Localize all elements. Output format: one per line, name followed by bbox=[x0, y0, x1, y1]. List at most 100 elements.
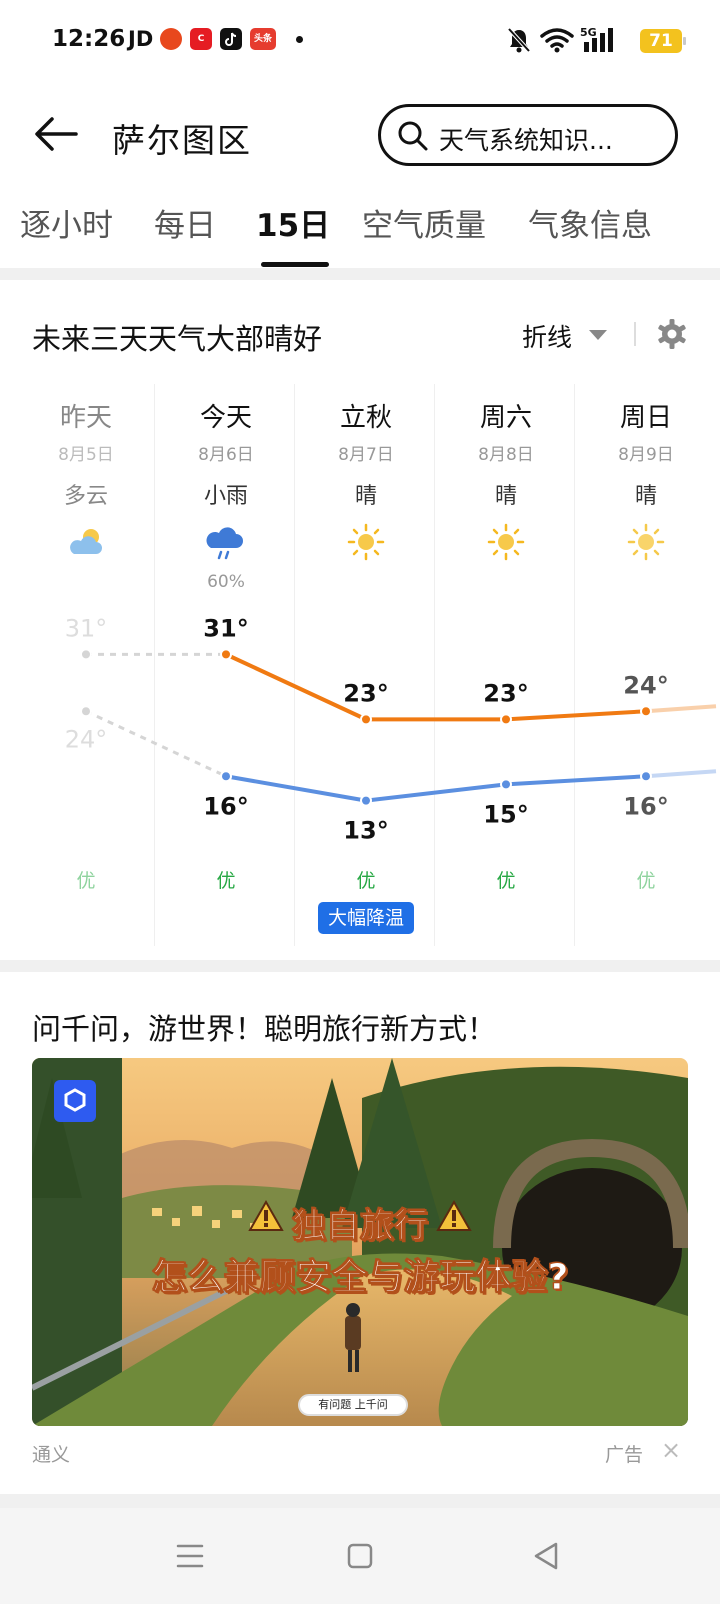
day-column-saturday[interactable]: 周六 8月8日 晴 bbox=[436, 398, 576, 562]
low-temp-trailing-segment bbox=[645, 769, 717, 779]
back-arrow-icon[interactable] bbox=[30, 108, 82, 160]
close-icon[interactable]: × bbox=[661, 1438, 681, 1462]
day-date: 8月7日 bbox=[338, 445, 394, 465]
tab-bar: 逐小时 每日 15日 空气质量 气象信息 bbox=[0, 200, 720, 268]
aqi-label: 优 bbox=[76, 870, 96, 892]
low-temp-label: 16° bbox=[203, 792, 248, 820]
divider bbox=[634, 322, 636, 346]
day-date: 8月9日 bbox=[618, 445, 674, 465]
low-temp-point bbox=[640, 770, 652, 783]
low-temp-label: 13° bbox=[343, 817, 388, 845]
low-temp-point bbox=[220, 770, 232, 783]
search-input[interactable]: 天气系统知识... bbox=[378, 104, 678, 166]
chart-mode-dropdown[interactable]: 折线 bbox=[522, 318, 572, 354]
temperature-line-chart: 31° 24° 31° 16° 23° 13° 23° 15° 24° 16° bbox=[65, 614, 717, 845]
ad-title[interactable]: 问千问，游世界！聪明旅行新方式！ bbox=[32, 1006, 496, 1048]
precipitation-chance: 60% bbox=[207, 572, 245, 592]
day-condition: 晴 bbox=[354, 484, 377, 509]
aqi-label: 优 bbox=[216, 870, 236, 892]
high-temp-line-segment bbox=[504, 709, 648, 722]
battery-indicator: 71 bbox=[640, 29, 686, 53]
aqi-label: 优 bbox=[496, 870, 516, 892]
forecast-summary: 未来三天天气大部晴好 bbox=[32, 322, 323, 356]
day-column-liqiu[interactable]: 立秋 8月7日 晴 bbox=[296, 398, 436, 562]
tab-air-quality[interactable]: 空气质量 bbox=[362, 200, 486, 245]
low-temp-line-segment bbox=[504, 774, 648, 787]
active-tab-indicator bbox=[261, 262, 329, 267]
light-rain-icon bbox=[206, 527, 243, 560]
high-temp-point bbox=[360, 713, 372, 726]
day-date: 8月8日 bbox=[478, 445, 534, 465]
day-name: 昨天 bbox=[59, 403, 112, 433]
ad-cta-pill[interactable]: 有问题 上千问 bbox=[298, 1394, 408, 1416]
high-temp-label: 23° bbox=[343, 679, 388, 707]
high-temp-label: 23° bbox=[483, 679, 528, 707]
signal-icon bbox=[584, 28, 613, 52]
tab-weather-info[interactable]: 气象信息 bbox=[528, 200, 652, 245]
ad-headline-2: 怎么兼顾安全与游玩体验? bbox=[151, 1257, 569, 1299]
ad-banner-image[interactable]: 独自旅行 怎么兼顾安全与游玩体验? 有问题 上千问 bbox=[32, 1058, 688, 1426]
aqi-label: 优 bbox=[356, 870, 376, 892]
toutiao-icon: 头条 bbox=[250, 28, 276, 50]
day-column-sunday[interactable]: 周日 8月9日 晴 bbox=[576, 398, 716, 562]
temperature-drop-badge[interactable]: 大幅降温 bbox=[318, 902, 414, 934]
low-temp-label: 15° bbox=[483, 800, 528, 828]
day-date: 8月5日 bbox=[58, 445, 114, 465]
section-divider bbox=[0, 1494, 720, 1508]
caret-down-icon[interactable] bbox=[589, 330, 607, 340]
tiktok-icon bbox=[220, 28, 242, 50]
gear-icon[interactable] bbox=[656, 318, 688, 350]
partly-cloudy-icon bbox=[70, 529, 102, 554]
menu-icon[interactable] bbox=[170, 1536, 210, 1576]
high-temp-trailing-segment bbox=[645, 704, 717, 714]
high-temp-label: 24° bbox=[623, 671, 668, 699]
low-temp-label: 24° bbox=[65, 725, 108, 753]
ad-source: 通义 bbox=[32, 1444, 71, 1466]
low-temp-point bbox=[360, 794, 372, 807]
wifi-icon bbox=[540, 28, 574, 53]
sunny-icon bbox=[487, 523, 525, 561]
status-time: 12:26 bbox=[52, 26, 126, 52]
tab-hourly[interactable]: 逐小时 bbox=[20, 200, 113, 245]
search-placeholder: 天气系统知识... bbox=[439, 126, 613, 155]
high-temp-point bbox=[640, 705, 652, 718]
tab-daily[interactable]: 每日 bbox=[154, 200, 216, 245]
high-temp-point bbox=[220, 648, 232, 661]
day-condition: 晴 bbox=[494, 484, 517, 509]
page-title: 萨尔图区 bbox=[112, 121, 252, 160]
ad-headline-1: 独自旅行 bbox=[292, 1206, 429, 1247]
day-condition: 小雨 bbox=[203, 484, 248, 509]
home-square-icon[interactable] bbox=[340, 1536, 380, 1576]
more-notifications-dot bbox=[296, 36, 303, 43]
day-condition: 多云 bbox=[63, 484, 108, 509]
day-name: 周六 bbox=[479, 403, 532, 433]
section-divider bbox=[0, 960, 720, 972]
high-temp-point bbox=[500, 713, 512, 726]
status-bar: 12:26 JD C 头条 5G 71 bbox=[0, 0, 720, 82]
low-temp-line-segment bbox=[364, 782, 508, 803]
high-temp-point bbox=[80, 648, 92, 661]
aqi-label: 优 bbox=[636, 870, 656, 892]
app-c-icon: C bbox=[190, 28, 212, 50]
sunny-icon bbox=[627, 523, 665, 561]
tab-15-day[interactable]: 15日 bbox=[256, 200, 330, 245]
sunny-icon bbox=[347, 523, 385, 561]
day-name: 立秋 bbox=[339, 403, 392, 433]
day-column-today[interactable]: 今天 8月6日 小雨 60% bbox=[156, 398, 296, 592]
day-name: 周日 bbox=[619, 403, 672, 433]
high-temp-label: 31° bbox=[65, 614, 108, 642]
back-triangle-icon[interactable] bbox=[526, 1536, 566, 1576]
day-date: 8月6日 bbox=[198, 445, 254, 465]
low-temp-point bbox=[500, 778, 512, 791]
system-nav-bar bbox=[0, 1508, 720, 1604]
search-icon bbox=[398, 121, 428, 151]
ad-label: 广告 bbox=[605, 1444, 644, 1466]
low-temp-point bbox=[80, 705, 92, 718]
day-column-yesterday[interactable]: 昨天 8月5日 多云 bbox=[16, 398, 156, 562]
app-notification-icon bbox=[160, 28, 182, 50]
header: 萨尔图区 天气系统知识... bbox=[0, 96, 720, 176]
day-condition: 晴 bbox=[634, 484, 657, 509]
carrier-label: JD bbox=[128, 27, 154, 51]
high-temp-label: 31° bbox=[203, 614, 248, 642]
section-divider bbox=[0, 268, 720, 280]
